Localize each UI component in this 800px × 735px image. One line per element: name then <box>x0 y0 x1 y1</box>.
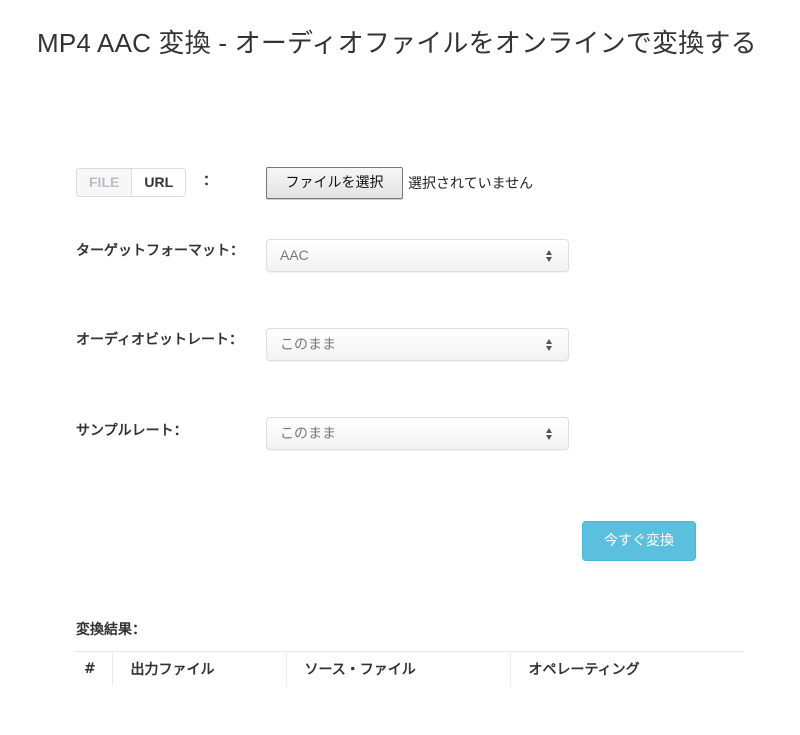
sample-rate-value: このまま <box>280 425 336 441</box>
column-header-output-file: 出力ファイル <box>111 651 286 686</box>
column-header-number: # <box>84 660 96 677</box>
sample-rate-select[interactable]: このまま <box>266 417 569 450</box>
toggle-file[interactable]: FILE <box>77 169 133 196</box>
file-status-text: 選択されていません <box>408 176 534 192</box>
page-title: MP4 AAC 変換 - オーディオファイルをオンラインで変換する <box>37 28 757 58</box>
results-header-row: # 出力ファイル ソース・ファイル オペレーティング <box>76 651 744 686</box>
source-label-colon: ： <box>203 173 217 189</box>
sample-rate-label: サンプルレート： <box>76 423 188 439</box>
target-format-label: ターゲットフォーマット： <box>76 243 244 259</box>
audio-bitrate-value: このまま <box>280 336 336 352</box>
target-format-select[interactable]: AAC <box>266 239 569 272</box>
audio-bitrate-select[interactable]: このまま <box>266 328 569 361</box>
column-header-source-file: ソース・ファイル <box>285 651 510 686</box>
select-arrows-icon <box>546 250 553 262</box>
toggle-url[interactable]: URL <box>132 169 186 196</box>
convert-now-button[interactable]: 今すぐ変換 <box>582 521 696 561</box>
results-table: # 出力ファイル ソース・ファイル オペレーティング <box>76 651 744 686</box>
target-format-value: AAC <box>280 247 309 263</box>
audio-bitrate-label: オーディオビットレート： <box>76 332 244 348</box>
select-arrows-icon <box>546 428 553 440</box>
column-header-operation: オペレーティング <box>509 651 744 686</box>
select-arrows-icon <box>546 339 553 351</box>
results-title: 変換結果： <box>76 622 146 638</box>
choose-file-button[interactable]: ファイルを選択 <box>266 167 403 199</box>
source-type-toggle[interactable]: FILE URL <box>76 168 187 197</box>
